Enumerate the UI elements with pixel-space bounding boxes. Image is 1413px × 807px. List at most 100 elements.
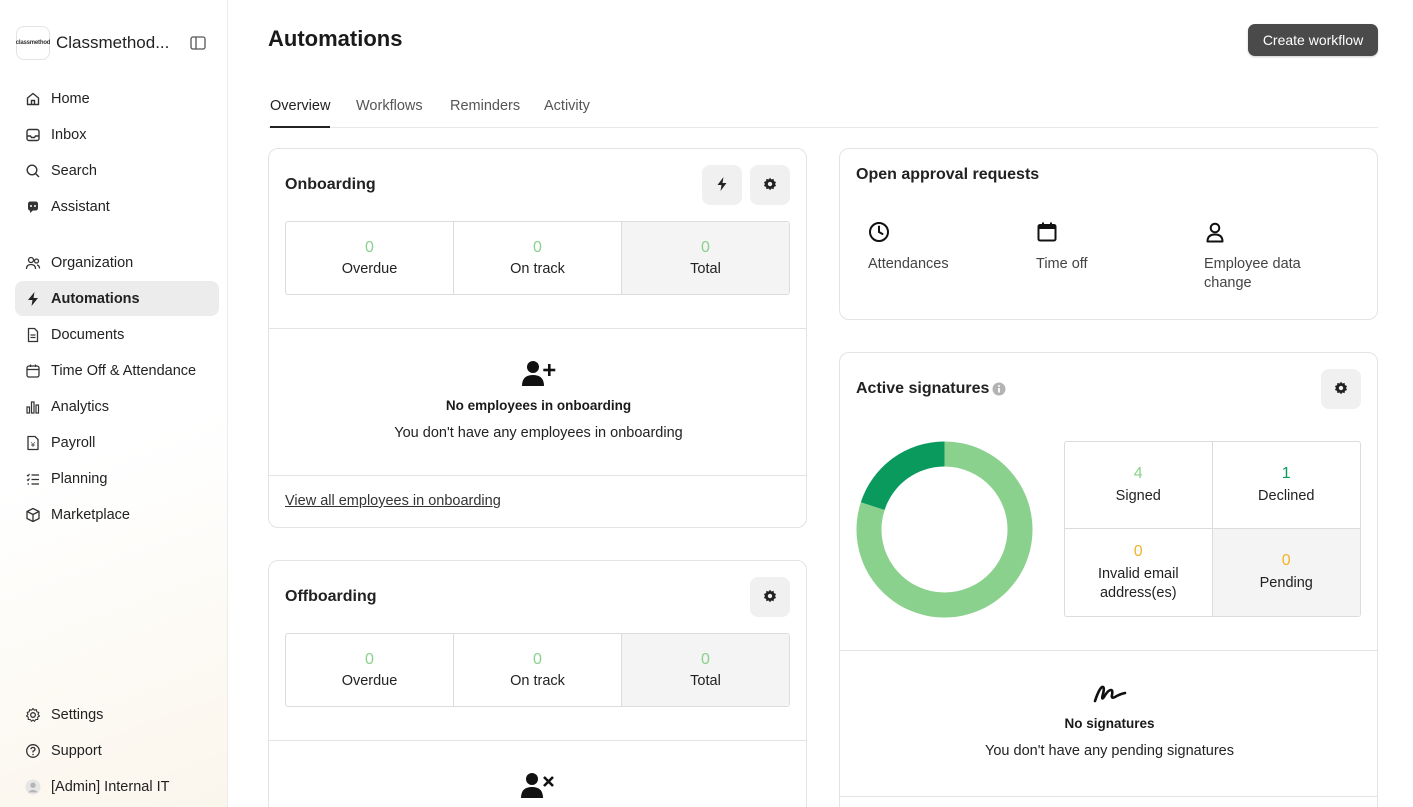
sidebar-item-time-off-attendance[interactable]: Time Off & Attendance [15,353,219,388]
create-workflow-button[interactable]: Create workflow [1248,24,1378,56]
approval-requests-title: Open approval requests [856,166,1040,183]
offboarding-card: Offboarding 0 Overdue 0 On track 0 Total [268,560,807,807]
approval-requests-card: Open approval requests Attendances Time … [839,148,1378,320]
sidebar-item-inbox[interactable]: Inbox [15,117,219,152]
calendar-icon [1036,221,1058,246]
stat-label: Total [690,673,721,689]
inbox-icon [25,127,41,143]
main-content: Automations Create workflow Overview Wor… [228,0,1413,807]
gear-icon [1334,381,1348,398]
sidebar-item-settings[interactable]: Settings [15,697,219,732]
sidebar-item-label: Settings [51,706,104,723]
gear-icon [25,707,41,723]
stat-value: 0 [701,239,710,256]
stat-value: 0 [1133,542,1143,560]
stat-label: Overdue [341,261,398,277]
calendar-icon [25,363,41,379]
sidebar-item-organization[interactable]: Organization [15,245,219,280]
sidebar: classmethod Classmethod... Home Inbox Se… [0,0,228,807]
sidebar-item-label: Search [51,162,97,179]
approval-attendances[interactable]: Attendances [868,221,949,274]
info-icon[interactable] [992,382,1006,399]
sidebar-item-analytics[interactable]: Analytics [15,389,219,424]
onboarding-automation-button[interactable] [702,165,742,205]
sidebar-item-planning[interactable]: Planning [15,461,219,496]
sidebar-item-label: Planning [51,470,108,487]
signatures-empty-state: No signatures You don't have any pending… [840,683,1377,759]
sidebar-toggle-icon[interactable] [190,36,206,50]
analytics-icon [25,399,41,415]
gear-icon [763,177,777,194]
sidebar-item-label: [Admin] Internal IT [51,778,170,795]
sidebar-item-marketplace[interactable]: Marketplace [15,497,219,532]
signature-icon [1093,683,1127,708]
stat-declined[interactable]: 1 Declined [1212,442,1360,529]
sidebar-item-support[interactable]: Support [15,733,219,768]
active-signatures-card: Active signatures 4 Signed 1 Declined 0 Inv… [839,352,1378,807]
empty-text: You don't have any employees in onboardi… [394,425,683,441]
stat-overdue[interactable]: 0 Overdue [286,222,454,294]
sidebar-item-payroll[interactable]: ¥ Payroll [15,425,219,460]
divider [269,328,806,329]
stat-label: On track [510,261,565,277]
sidebar-item-label: Assistant [51,198,110,215]
stat-value: 0 [533,239,542,256]
onboarding-empty-state: No employees in onboarding You don't hav… [269,359,806,441]
sidebar-item-assistant[interactable]: Assistant [15,189,219,224]
company-logo: classmethod [16,26,50,60]
stat-invalid-email[interactable]: 0 Invalid email address(es) [1065,529,1213,616]
assistant-icon [25,199,41,215]
approval-employee-data-change[interactable]: Employee data change [1204,221,1334,293]
stat-on-track[interactable]: 0 On track [454,222,622,294]
onboarding-title: Onboarding [285,176,376,193]
sidebar-item-label: Support [51,742,102,759]
empty-text: You don't have any pending signatures [985,743,1234,759]
company-name: Classmethod... [56,33,170,52]
tab-workflows[interactable]: Workflows [356,98,423,128]
stat-label: Overdue [341,673,398,689]
empty-title: No signatures [1064,716,1155,731]
sidebar-item-documents[interactable]: Documents [15,317,219,352]
sidebar-item-label: Payroll [51,434,96,451]
active-signatures-title: Active signatures [856,380,990,397]
user-icon [1204,221,1226,246]
stat-signed[interactable]: 4 Signed [1065,442,1213,529]
offboarding-settings-button[interactable] [750,577,790,617]
tab-overview[interactable]: Overview [270,98,331,128]
sidebar-item-label: Analytics [51,398,110,415]
stat-total[interactable]: 0 Total [622,634,789,706]
stat-label: Total [690,261,721,277]
avatar-icon [25,778,41,795]
onboarding-stats: 0 Overdue 0 On track 0 Total [285,221,790,295]
approval-time-off[interactable]: Time off [1036,221,1088,274]
sidebar-item-search[interactable]: Search [15,153,219,188]
stat-value: 0 [701,651,710,668]
divider [269,740,806,741]
add-user-icon [521,359,556,390]
stat-value: 4 [1133,464,1143,482]
organization-icon [25,255,41,271]
offboarding-stats: 0 Overdue 0 On track 0 Total [285,633,790,707]
tab-activity[interactable]: Activity [544,98,590,128]
svg-text:¥: ¥ [31,441,36,449]
sidebar-item-home[interactable]: Home [15,81,219,116]
company-switcher[interactable]: classmethod Classmethod... [16,26,216,60]
help-icon [25,743,41,759]
view-all-onboarding-link[interactable]: View all employees in onboarding [285,493,501,509]
signatures-settings-button[interactable] [1321,369,1361,409]
sidebar-item-profile[interactable]: [Admin] Internal IT [15,769,219,804]
sidebar-item-automations[interactable]: Automations [15,281,219,316]
stat-label: Pending [1259,575,1313,591]
sidebar-item-label: Marketplace [51,506,130,523]
stat-on-track[interactable]: 0 On track [454,634,622,706]
gear-icon [763,589,777,606]
search-icon [25,163,41,179]
sidebar-item-label: Time Off & Attendance [51,362,197,379]
donut-segment-declined[interactable] [860,441,945,511]
stat-total[interactable]: 0 Total [622,222,789,294]
tab-reminders[interactable]: Reminders [450,98,520,128]
onboarding-settings-button[interactable] [750,165,790,205]
stat-pending[interactable]: 0 Pending [1212,529,1360,616]
stat-overdue[interactable]: 0 Overdue [286,634,454,706]
stat-label: Declined [1258,487,1315,504]
